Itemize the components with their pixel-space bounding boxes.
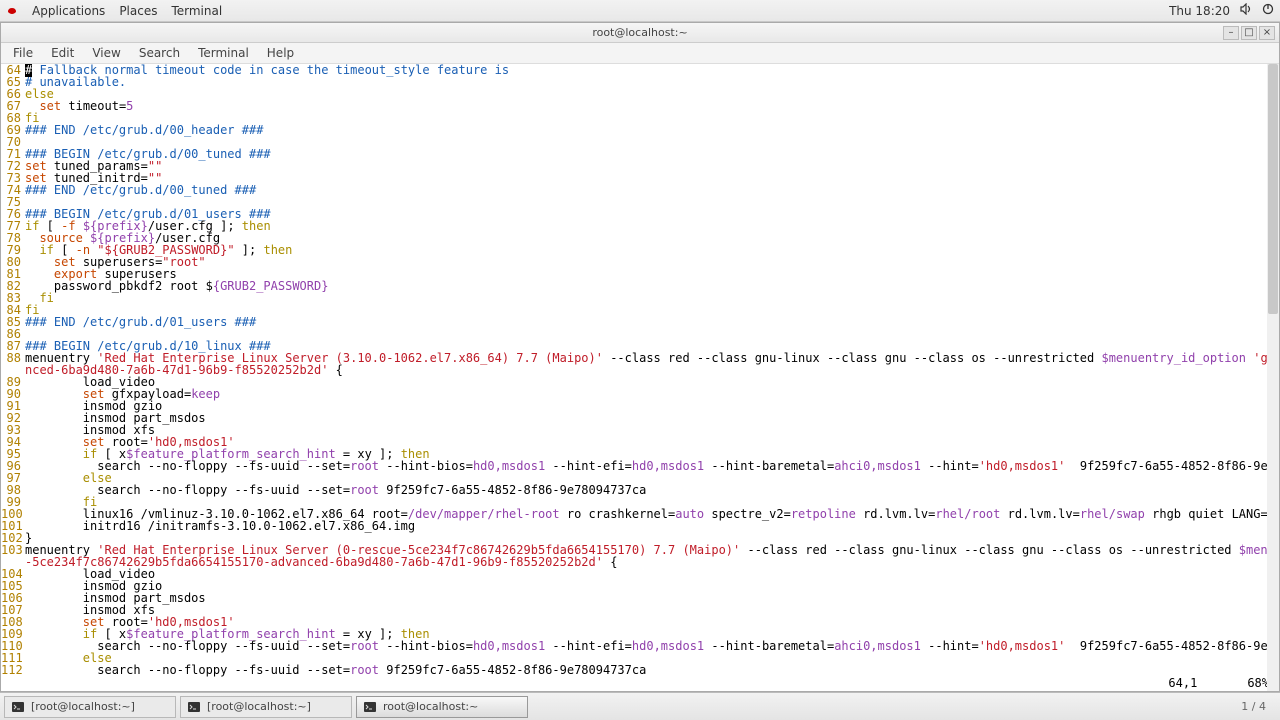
code-line: 96 search --no-floppy --fs-uuid --set=ro… — [1, 460, 1279, 472]
code-line: 85### END /etc/grub.d/01_users ### — [1, 316, 1279, 328]
editor-viewport[interactable]: 64# Fallback normal timeout code in case… — [1, 64, 1279, 691]
taskbar-label: root@localhost:~ — [383, 700, 478, 713]
code-line: 92 insmod part_msdos — [1, 412, 1279, 424]
code-line: nced-6ba9d480-7a6b-47d1-96b9-f85520252b2… — [1, 364, 1279, 376]
code-line: 83 fi — [1, 292, 1279, 304]
menu-file[interactable]: File — [5, 44, 41, 62]
taskbar-label: [root@localhost:~] — [31, 700, 135, 713]
menubar: File Edit View Search Terminal Help — [1, 43, 1279, 64]
code-line: 71### BEGIN /etc/grub.d/00_tuned ### — [1, 148, 1279, 160]
code-content: ### END /etc/grub.d/00_tuned ### — [23, 184, 256, 196]
taskbar-item[interactable]: [root@localhost:~] — [180, 696, 352, 718]
window-title: root@localhost:~ — [592, 26, 687, 39]
code-line: 67 set timeout=5 — [1, 100, 1279, 112]
menu-places[interactable]: Places — [119, 4, 157, 18]
taskbar-label: [root@localhost:~] — [207, 700, 311, 713]
code-content: ### END /etc/grub.d/00_header ### — [23, 124, 263, 136]
code-content: set timeout=5 — [23, 100, 133, 112]
menu-view[interactable]: View — [84, 44, 128, 62]
menu-applications[interactable]: Applications — [32, 4, 105, 18]
menu-terminal[interactable]: Terminal — [171, 4, 222, 18]
volume-icon[interactable] — [1240, 3, 1252, 18]
code-line: 82 password_pbkdf2 root ${GRUB2_PASSWORD… — [1, 280, 1279, 292]
code-content: search --no-floppy --fs-uuid --set=root … — [23, 460, 1279, 472]
close-button[interactable]: × — [1259, 26, 1275, 40]
scroll-thumb[interactable] — [1268, 64, 1278, 314]
code-line: 80 set superusers="root" — [1, 256, 1279, 268]
code-line: 65# unavailable. — [1, 76, 1279, 88]
code-line: 66else — [1, 88, 1279, 100]
workspace-indicator[interactable]: 1 / 4 — [1241, 700, 1266, 713]
terminal-icon — [187, 700, 201, 714]
line-number: 88 — [1, 352, 23, 364]
menu-search[interactable]: Search — [131, 44, 188, 62]
code-line: 98 search --no-floppy --fs-uuid --set=ro… — [1, 484, 1279, 496]
top-panel: Applications Places Terminal Thu 18:20 — [0, 0, 1280, 22]
code-line: 104 load_video — [1, 568, 1279, 580]
taskbar-item[interactable]: [root@localhost:~] — [4, 696, 176, 718]
maximize-button[interactable]: □ — [1241, 26, 1257, 40]
menu-terminal-win[interactable]: Terminal — [190, 44, 257, 62]
code-line: 69### END /etc/grub.d/00_header ### — [1, 124, 1279, 136]
code-line: 106 insmod part_msdos — [1, 592, 1279, 604]
distro-icon — [6, 5, 18, 17]
code-content: initrd16 /initramfs-3.10.0-1062.el7.x86_… — [23, 520, 415, 532]
code-line: 74### END /etc/grub.d/00_tuned ### — [1, 184, 1279, 196]
minimize-button[interactable]: – — [1223, 26, 1239, 40]
taskbar: [root@localhost:~] [root@localhost:~] root… — [0, 692, 1280, 720]
menu-edit[interactable]: Edit — [43, 44, 82, 62]
cursor-position: 64,1 — [1168, 677, 1197, 689]
titlebar[interactable]: root@localhost:~ – □ × — [1, 23, 1279, 43]
menu-help[interactable]: Help — [259, 44, 302, 62]
vim-status: 64,1 68% — [1168, 677, 1269, 689]
code-content: search --no-floppy --fs-uuid --set=root … — [23, 664, 646, 676]
clock[interactable]: Thu 18:20 — [1169, 4, 1230, 18]
terminal-window: root@localhost:~ – □ × File Edit View Se… — [0, 22, 1280, 692]
code-content: password_pbkdf2 root ${GRUB2_PASSWORD} — [23, 280, 328, 292]
code-line: -5ce234f7c86742629b5fda6654155170-advanc… — [1, 556, 1279, 568]
code-line: 90 set gfxpayload=keep — [1, 388, 1279, 400]
taskbar-item[interactable]: root@localhost:~ — [356, 696, 528, 718]
code-content: search --no-floppy --fs-uuid --set=root … — [23, 484, 646, 496]
power-icon[interactable] — [1262, 3, 1274, 18]
terminal-icon — [363, 700, 377, 714]
code-line: 110 search --no-floppy --fs-uuid --set=r… — [1, 640, 1279, 652]
terminal-icon — [11, 700, 25, 714]
code-content: search --no-floppy --fs-uuid --set=root … — [23, 640, 1279, 652]
code-line: 112 search --no-floppy --fs-uuid --set=r… — [1, 664, 1279, 676]
code-line: 101 initrd16 /initramfs-3.10.0-1062.el7.… — [1, 520, 1279, 532]
code-line: 64# Fallback normal timeout code in case… — [1, 64, 1279, 76]
code-line: 72set tuned_params="" — [1, 160, 1279, 172]
code-content: ### END /etc/grub.d/01_users ### — [23, 316, 256, 328]
line-number: 103 — [1, 544, 23, 556]
line-number: 112 — [1, 664, 23, 676]
scroll-percent: 68% — [1247, 677, 1269, 689]
scrollbar[interactable] — [1267, 64, 1279, 691]
